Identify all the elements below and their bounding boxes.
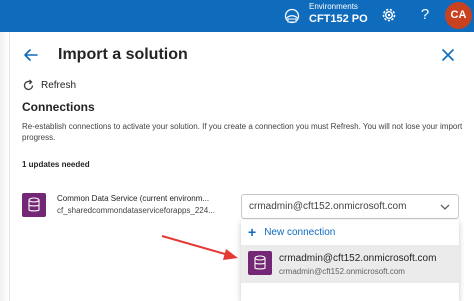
connection-dropdown[interactable]: crmadmin@cft152.onmicrosoft.com (241, 194, 459, 219)
chevron-down-icon (440, 204, 450, 210)
environment-selector[interactable]: Environments CFT152 PO (309, 2, 368, 26)
connection-option[interactable]: crmadmin@cft152.onmicrosoft.com crmadmin… (241, 245, 459, 283)
option-title: crmadmin@cft152.onmicrosoft.com (279, 253, 437, 264)
connection-id: cf_sharedcommondataserviceforapps_224... (57, 206, 215, 215)
environments-label: Environments (309, 2, 358, 11)
new-connection-label: New connection (264, 226, 336, 238)
back-arrow-icon[interactable] (22, 46, 40, 64)
database-icon (22, 193, 46, 217)
plus-icon: + (248, 224, 257, 240)
refresh-label: Refresh (41, 79, 77, 91)
page-title: Import a solution (58, 46, 188, 63)
refresh-button[interactable]: Refresh (22, 77, 76, 93)
dropdown-selected-value: crmadmin@cft152.onmicrosoft.com (249, 201, 407, 212)
import-solution-page: Environments CFT152 PO ? CA Import a sol… (0, 0, 474, 301)
close-icon[interactable] (440, 47, 456, 63)
connection-dropdown-menu: + New connection crmadmin@cft152.onmicro… (241, 220, 459, 301)
help-button[interactable]: ? (418, 4, 432, 26)
refresh-icon (23, 79, 34, 90)
database-icon (248, 251, 272, 275)
avatar[interactable]: CA (445, 2, 472, 29)
connections-heading: Connections (22, 100, 95, 114)
updates-needed-label: 1 updates needed (22, 160, 90, 169)
connections-description: Re-establish connections to activate you… (22, 122, 463, 142)
red-arrow-annotation (161, 235, 238, 260)
top-bar: Environments CFT152 PO ? CA (0, 0, 474, 32)
connection-name: Common Data Service (current environm... (57, 194, 210, 203)
new-connection-item[interactable]: + New connection (241, 220, 459, 244)
environment-name: CFT152 PO (309, 13, 368, 25)
environment-icon[interactable] (284, 8, 300, 24)
option-subtitle: crmadmin@cft152.onmicrosoft.com (279, 267, 405, 276)
gear-icon[interactable] (380, 6, 398, 24)
panel-edge (0, 32, 10, 301)
